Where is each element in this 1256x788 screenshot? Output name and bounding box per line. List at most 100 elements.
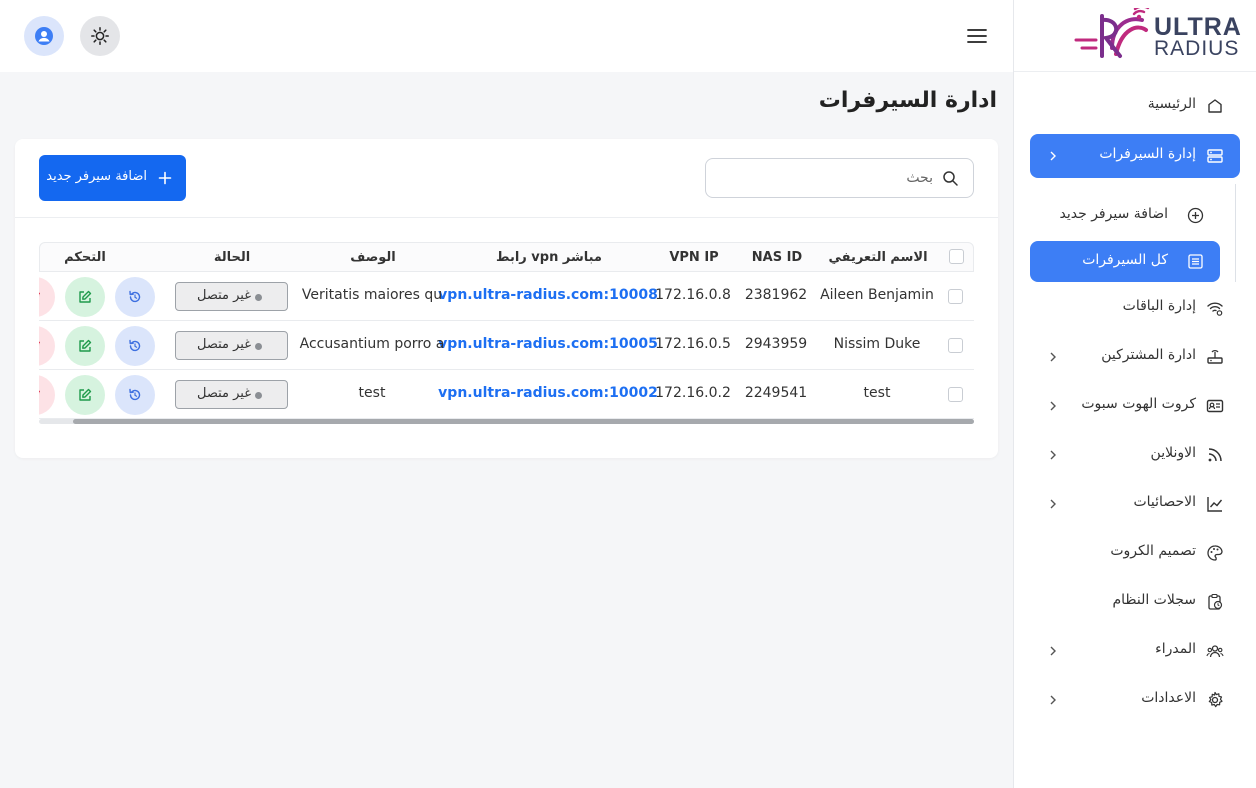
hamburger-menu-icon[interactable] — [966, 26, 988, 46]
sidebar-item-settings[interactable]: الاعدادات — [1030, 678, 1240, 722]
sidebar-item-managers[interactable]: المدراء — [1030, 629, 1240, 673]
search-box — [705, 158, 974, 198]
plus-icon — [158, 171, 172, 185]
status-label: غير متصل — [196, 337, 251, 352]
row-checkbox[interactable] — [948, 387, 963, 402]
cell-vpn-ip: 172.16.0.5 — [655, 336, 731, 352]
sidebar-item-home[interactable]: الرئيسية — [1030, 84, 1240, 128]
select-all-checkbox[interactable] — [949, 249, 964, 264]
edit-icon — [79, 339, 92, 352]
submenu-divider — [1235, 184, 1236, 282]
cell-description: Veritatis maiores qu — [301, 287, 443, 303]
edit-icon — [79, 290, 92, 303]
refresh-icon — [129, 339, 141, 352]
cell-vpn-link[interactable]: vpn.ultra-radius.com:10008 — [438, 287, 658, 303]
edit-button[interactable] — [65, 277, 105, 317]
table-header: الاسم التعريفي NAS ID VPN IP رابط vpn مب… — [39, 242, 974, 272]
chevron-icon — [1050, 151, 1056, 161]
sidebar-item-label: سجلات النظام — [1112, 592, 1196, 608]
cell-nas-id: 2943959 — [744, 336, 808, 352]
edit-button[interactable] — [65, 375, 105, 415]
refresh-button[interactable] — [115, 375, 155, 415]
refresh-button[interactable] — [115, 277, 155, 317]
search-icon — [943, 171, 958, 186]
chevron-icon — [1050, 499, 1056, 509]
chevron-icon — [1050, 401, 1056, 411]
brand-line1: ULTRA — [1154, 13, 1242, 41]
page-title: ادارة السيرفرات — [818, 88, 997, 113]
theme-toggle-button[interactable] — [80, 16, 120, 56]
status-badge: غير متصل — [175, 380, 288, 409]
cell-name: Aileen Benjamin — [820, 287, 934, 303]
column-header-description: الوصف — [350, 250, 396, 265]
palette-icon — [1207, 545, 1223, 561]
status-dot — [255, 294, 262, 301]
router-icon — [1207, 350, 1223, 364]
logo-mark-icon — [1074, 8, 1150, 58]
trash-icon — [39, 390, 40, 396]
table-row: Aileen Benjamin 2381962 172.16.0.8 vpn.u… — [39, 272, 974, 321]
cell-vpn-link[interactable]: vpn.ultra-radius.com:10005 — [438, 336, 658, 352]
list-icon — [1188, 254, 1203, 269]
sidebar-item-label: الاعدادات — [1141, 690, 1196, 706]
sidebar-item-label: المدراء — [1155, 641, 1196, 657]
sidebar-item-servers[interactable]: إدارة السيرفرات — [1030, 134, 1240, 178]
column-header-vpn-ip: VPN IP — [669, 250, 719, 265]
cell-nas-id: 2249541 — [744, 385, 808, 401]
brand-text: ULTRA RADIUS — [1154, 13, 1242, 60]
clipboard-clock-icon — [1208, 593, 1223, 610]
sidebar-item-statistics[interactable]: الاحصائيات — [1030, 482, 1240, 526]
column-header-name: الاسم التعريفي — [828, 250, 928, 265]
sidebar-item-label: ادارة المشتركين — [1101, 347, 1196, 363]
cell-vpn-link[interactable]: vpn.ultra-radius.com:10002 — [438, 385, 658, 401]
refresh-icon — [129, 388, 141, 401]
home-icon — [1208, 99, 1222, 113]
row-checkbox[interactable] — [948, 289, 963, 304]
brand-line2: RADIUS — [1154, 37, 1240, 60]
sidebar-item-online[interactable]: الاونلاين — [1030, 433, 1240, 477]
id-card-icon — [1206, 399, 1224, 413]
status-label: غير متصل — [196, 386, 251, 401]
row-checkbox[interactable] — [948, 338, 963, 353]
delete-button[interactable] — [39, 277, 55, 317]
status-dot — [255, 392, 262, 399]
wifi-settings-icon — [1207, 302, 1223, 316]
delete-button[interactable] — [39, 375, 55, 415]
rss-icon — [1208, 448, 1222, 462]
column-header-vpn-link: رابط vpn مباشر — [496, 250, 602, 265]
refresh-button[interactable] — [115, 326, 155, 366]
column-header-nas-id: NAS ID — [751, 250, 803, 265]
chevron-icon — [1050, 646, 1056, 656]
sidebar-item-card-design[interactable]: تصميم الكروت — [1030, 531, 1240, 575]
cell-nas-id: 2381962 — [744, 287, 808, 303]
add-server-button[interactable]: اضافة سيرفر جديد — [39, 155, 186, 201]
table-row: Nissim Duke 2943959 172.16.0.5 vpn.ultra… — [39, 321, 974, 370]
cell-name: Nissim Duke — [833, 336, 921, 352]
edit-icon — [79, 388, 92, 401]
sidebar-item-label: إدارة الباقات — [1122, 298, 1196, 314]
sidebar-subitem-label: اضافة سيرفر جديد — [1059, 206, 1169, 222]
edit-button[interactable] — [65, 326, 105, 366]
sidebar-item-system-logs[interactable]: سجلات النظام — [1030, 580, 1240, 624]
sidebar-subitem-all-servers[interactable]: كل السيرفرات — [1030, 241, 1220, 282]
sidebar-item-label: كروت الهوت سبوت — [1081, 396, 1196, 412]
sidebar-item-subscribers[interactable]: ادارة المشتركين — [1030, 335, 1240, 379]
sidebar-item-hotspot-cards[interactable]: كروت الهوت سبوت — [1030, 384, 1240, 428]
profile-button[interactable] — [24, 16, 64, 56]
scrollbar-thumb[interactable] — [73, 419, 974, 424]
sidebar-item-label: تصميم الكروت — [1110, 543, 1196, 559]
table-horizontal-scrollbar[interactable] — [39, 419, 974, 424]
sidebar-subitem-label: كل السيرفرات — [1082, 252, 1168, 268]
brand-logo[interactable]: ULTRA RADIUS — [1014, 0, 1256, 72]
column-header-status: الحالة — [213, 250, 251, 265]
gear-icon — [1208, 691, 1223, 708]
search-input[interactable] — [733, 167, 933, 189]
cell-vpn-ip: 172.16.0.2 — [655, 385, 731, 401]
servers-card: اضافة سيرفر جديد الاسم التعريفي NAS ID V… — [15, 139, 998, 458]
sidebar-item-label: إدارة السيرفرات — [1099, 146, 1196, 162]
chevron-icon — [1050, 352, 1056, 362]
delete-button[interactable] — [39, 326, 55, 366]
sidebar-subitem-add-server[interactable]: اضافة سيرفر جديد — [1030, 195, 1220, 236]
sidebar-item-label: الاحصائيات — [1133, 494, 1196, 510]
sidebar-item-packages[interactable]: إدارة الباقات — [1030, 286, 1240, 330]
